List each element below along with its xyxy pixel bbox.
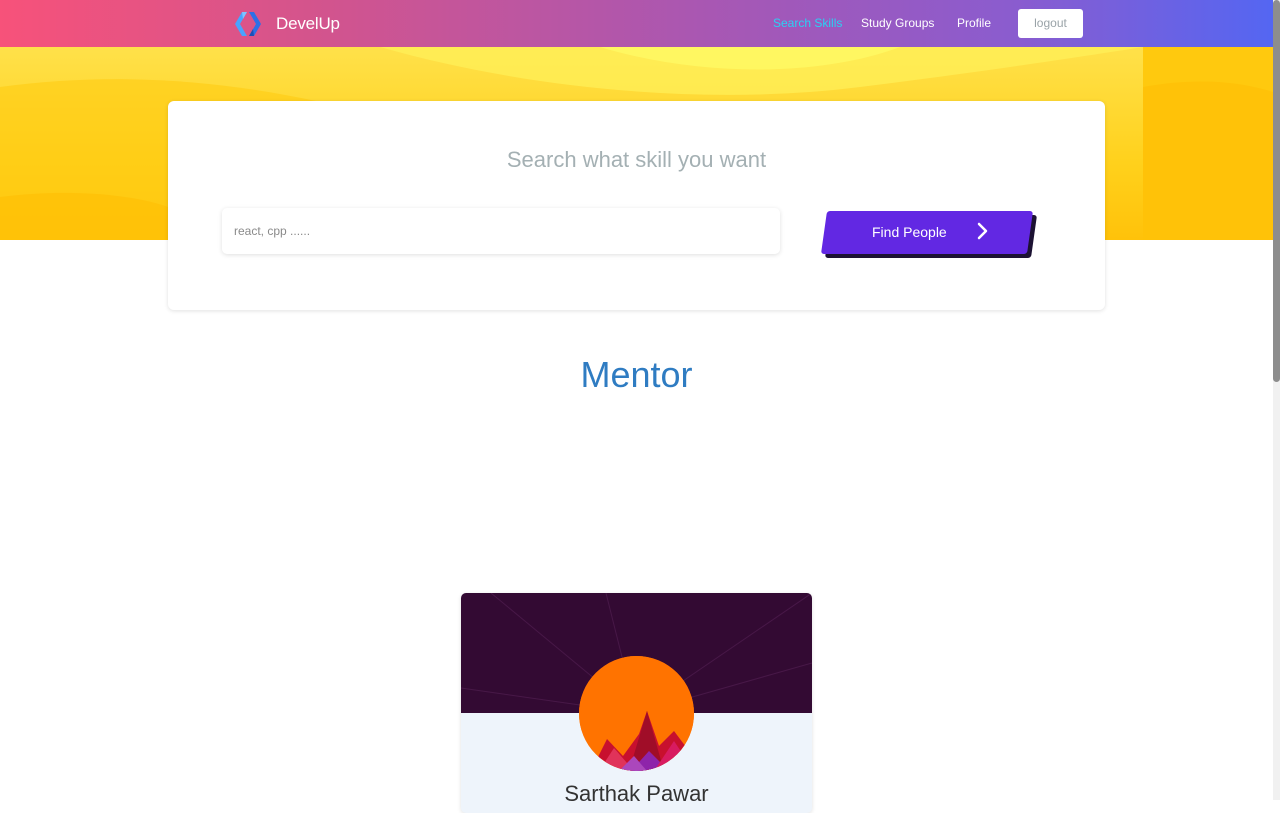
- nav-link-study-groups[interactable]: Study Groups: [861, 16, 934, 30]
- brand[interactable]: DevelUp: [233, 11, 340, 37]
- mentor-card[interactable]: Sarthak Pawar: [461, 593, 812, 813]
- mentor-section-title: Mentor: [580, 354, 693, 395]
- scrollbar-thumb[interactable]: [1273, 0, 1280, 382]
- nav-link-search-skills[interactable]: Search Skills: [773, 16, 842, 30]
- mentor-name: Sarthak Pawar: [564, 781, 709, 806]
- skill-search-input[interactable]: [222, 208, 780, 254]
- logout-button[interactable]: logout: [1018, 9, 1083, 38]
- search-card: Search what skill you want Find People: [168, 101, 1105, 310]
- brand-name: DevelUp: [276, 14, 340, 33]
- search-title: Search what skill you want: [506, 147, 767, 172]
- find-people-button[interactable]: Find People: [820, 211, 1038, 258]
- nav-link-profile[interactable]: Profile: [957, 16, 991, 30]
- mentor-avatar: [579, 656, 694, 771]
- code-logo-icon: [233, 11, 263, 37]
- navbar: DevelUp Search Skills Study Groups Profi…: [0, 0, 1273, 47]
- find-people-label: Find People: [872, 224, 947, 240]
- page-scrollbar[interactable]: [1273, 0, 1280, 800]
- chevron-right-icon: [976, 221, 990, 245]
